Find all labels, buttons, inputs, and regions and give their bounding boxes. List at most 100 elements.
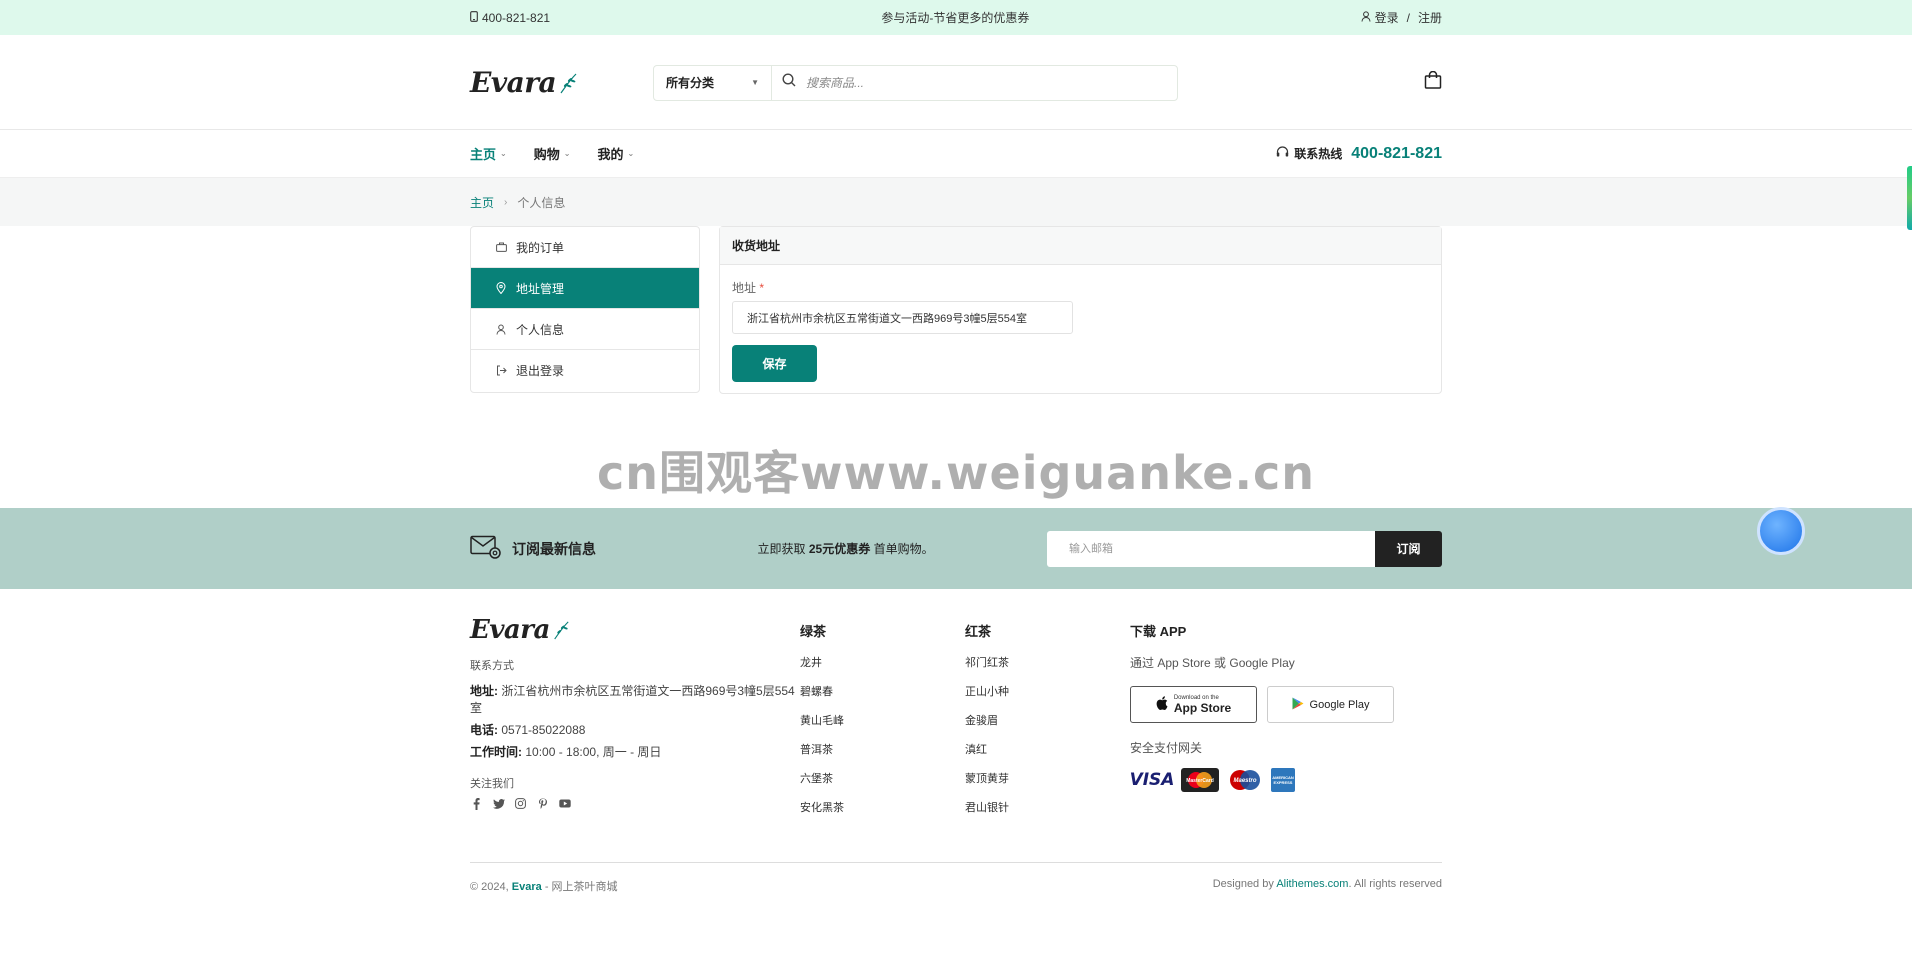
- address-panel: 收货地址 地址 * 保存: [719, 226, 1442, 394]
- account-sidebar: 我的订单 地址管理 个人信息 退出登录: [470, 226, 700, 393]
- hotline-number[interactable]: 400-821-821: [1351, 145, 1442, 163]
- email-input[interactable]: [1047, 530, 1375, 567]
- footer-black-tea: 红茶 祁门红茶 正山小种 金骏眉 滇红 蒙顶黄芽 君山银针: [965, 615, 1130, 828]
- instagram-icon[interactable]: [514, 797, 527, 810]
- sidebar-item-label: 我的订单: [516, 240, 565, 255]
- sidebar-item-address[interactable]: 地址管理: [471, 268, 699, 309]
- footer-link[interactable]: 正山小种: [965, 683, 1130, 699]
- register-link[interactable]: 注册: [1418, 9, 1442, 26]
- address-label: 地址 *: [732, 281, 765, 295]
- cart-button[interactable]: [1424, 70, 1442, 94]
- shopping-bag-icon: [1424, 70, 1442, 93]
- footer-link[interactable]: 黄山毛峰: [800, 712, 965, 728]
- twitter-icon[interactable]: [492, 797, 505, 810]
- pinterest-icon[interactable]: [536, 797, 549, 810]
- category-label: 所有分类: [666, 76, 715, 90]
- footer-link[interactable]: 金骏眉: [965, 712, 1130, 728]
- search-icon: [782, 73, 796, 92]
- panel-title: 收货地址: [720, 227, 1441, 265]
- svg-text:MasterCard: MasterCard: [1186, 778, 1214, 784]
- app-subtitle: 通过 App Store 或 Google Play: [1130, 656, 1295, 670]
- maestro-icon: Maestro: [1226, 768, 1264, 792]
- app-store-button[interactable]: Download on the App Store: [1130, 686, 1257, 723]
- sidebar-item-profile[interactable]: 个人信息: [471, 309, 699, 350]
- social-links: [470, 797, 800, 810]
- newsletter-title: 订阅最新信息: [470, 535, 758, 562]
- copyright: © 2024, Evara - 网上茶叶商城: [470, 881, 618, 893]
- leaf-icon: [558, 72, 578, 99]
- newsletter-offer: 立即获取 25元优惠券 首单购物。: [758, 540, 1047, 557]
- topbar-phone-number: 400-821-821: [482, 10, 551, 25]
- sidebar-item-orders[interactable]: 我的订单: [471, 227, 699, 268]
- footer-link[interactable]: 龙井: [800, 654, 965, 670]
- search-bar: 所有分类 ▼: [653, 64, 1178, 101]
- topbar-auth: 登录 / 注册: [1361, 9, 1442, 26]
- nav-item-home[interactable]: 主页 ⌄: [470, 144, 507, 163]
- google-play-text: Google Play: [1309, 698, 1370, 711]
- site-logo[interactable]: Evara: [470, 66, 653, 99]
- footer-link[interactable]: 普洱茶: [800, 741, 965, 757]
- contact-heading: 联系方式: [470, 660, 514, 672]
- search-input[interactable]: [806, 75, 1166, 90]
- amex-icon: AMERICAN EXPRESS: [1271, 768, 1295, 792]
- designed-by: Designed by Alithemes.com. All rights re…: [1212, 878, 1442, 890]
- main-nav: 主页 ⌄ 购物 ⌄ 我的 ⌄ 联系热线 400-821-821: [0, 130, 1912, 178]
- google-play-button[interactable]: Google Play: [1267, 686, 1394, 723]
- newsletter-form: 订阅: [1047, 530, 1442, 567]
- login-link[interactable]: 登录: [1375, 9, 1399, 26]
- sidebar-item-label: 地址管理: [516, 281, 565, 296]
- footer-green-tea: 绿茶 龙井 碧螺春 黄山毛峰 普洱茶 六堡茶 安化黑茶: [800, 615, 965, 828]
- search-field: [772, 66, 1177, 100]
- topbar-promo[interactable]: 参与活动-节省更多的优惠券: [881, 9, 1029, 26]
- google-play-icon: [1292, 697, 1304, 713]
- breadcrumb-current: 个人信息: [517, 195, 566, 210]
- scrollbar-indicator[interactable]: [1907, 166, 1912, 230]
- green-tea-title: 绿茶: [800, 624, 827, 639]
- footer-link[interactable]: 六堡茶: [800, 770, 965, 786]
- nav-item-label: 购物: [533, 147, 560, 162]
- logout-icon: [494, 365, 508, 376]
- footer-link[interactable]: 安化黑茶: [800, 799, 965, 815]
- caret-down-icon: ▼: [751, 78, 759, 87]
- appstore-big-text: App Store: [1173, 700, 1232, 715]
- auth-separator: /: [1406, 10, 1410, 25]
- footer-hours: 工作时间: 10:00 - 18:00, 周一 - 周日: [470, 745, 662, 759]
- facebook-icon[interactable]: [470, 797, 483, 810]
- apple-icon: [1156, 696, 1168, 713]
- nav-item-mine[interactable]: 我的 ⌄: [597, 144, 634, 163]
- breadcrumb-separator-icon: ›: [504, 196, 508, 208]
- required-marker: *: [759, 281, 765, 295]
- copyright-brand[interactable]: Evara: [512, 881, 542, 893]
- mastercard-icon: MasterCard: [1181, 768, 1219, 792]
- nav-item-label: 我的: [597, 147, 624, 162]
- hotline-label: 联系热线: [1294, 147, 1343, 161]
- black-tea-title: 红茶: [965, 624, 992, 639]
- offer-highlight: 25元优惠券: [808, 542, 871, 556]
- footer-link[interactable]: 碧螺春: [800, 683, 965, 699]
- phone-icon: [470, 10, 478, 25]
- newsletter-title-text: 订阅最新信息: [512, 540, 596, 557]
- sidebar-item-logout[interactable]: 退出登录: [471, 350, 699, 391]
- address-input[interactable]: [732, 301, 1073, 334]
- visa-icon: VISA: [1129, 770, 1175, 790]
- follow-heading: 关注我们: [470, 778, 514, 790]
- designer-link[interactable]: Alithemes.com: [1276, 878, 1348, 890]
- nav-item-label: 主页: [470, 147, 497, 162]
- footer-contact: Evara 联系方式 地址: 浙江省杭州市余杭区五常街道文一西路969号3幢5层…: [470, 615, 800, 828]
- footer-link[interactable]: 祁门红茶: [965, 654, 1130, 670]
- svg-text:Maestro: Maestro: [1233, 778, 1256, 784]
- footer-link[interactable]: 滇红: [965, 741, 1130, 757]
- subscribe-button[interactable]: 订阅: [1375, 530, 1442, 567]
- chevron-down-icon: ⌄: [627, 149, 635, 158]
- footer-link[interactable]: 君山银针: [965, 799, 1130, 815]
- sidebar-item-label: 退出登录: [516, 364, 565, 378]
- footer-link[interactable]: 蒙顶黄芽: [965, 770, 1130, 786]
- youtube-icon[interactable]: [558, 797, 571, 810]
- save-button[interactable]: 保存: [732, 345, 817, 382]
- breadcrumb-home[interactable]: 主页: [470, 194, 494, 211]
- footer-logo[interactable]: Evara: [470, 615, 800, 645]
- offer-prefix: 立即获取: [757, 542, 806, 556]
- floating-assistant-button[interactable]: [1757, 507, 1805, 555]
- nav-item-shop[interactable]: 购物 ⌄: [534, 144, 571, 163]
- category-select[interactable]: 所有分类 ▼: [654, 65, 772, 100]
